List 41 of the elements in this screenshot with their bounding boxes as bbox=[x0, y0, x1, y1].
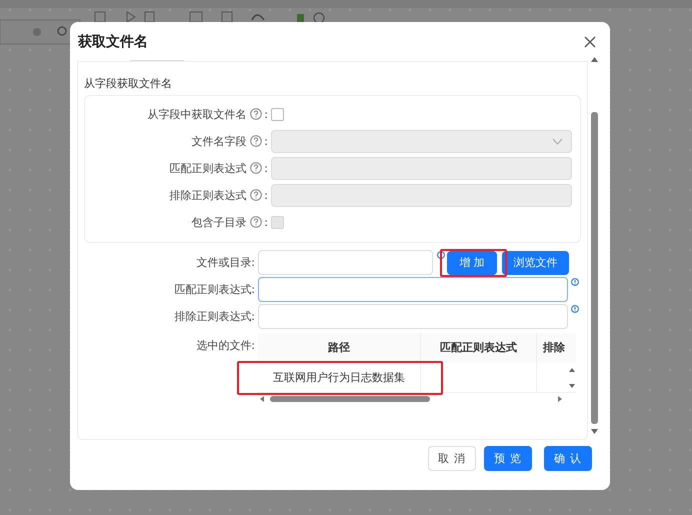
vertical-scrollbar[interactable] bbox=[590, 56, 599, 436]
checkbox[interactable] bbox=[271, 108, 284, 120]
colon: : bbox=[264, 162, 268, 174]
info-icon[interactable] bbox=[571, 278, 579, 286]
footer-button[interactable]: 确 认 bbox=[544, 446, 592, 471]
field-label: 排除正则表达式 bbox=[169, 188, 246, 202]
colon: : bbox=[264, 134, 268, 148]
colon: : bbox=[264, 216, 268, 228]
browse-button[interactable]: 浏览文件 bbox=[502, 250, 569, 274]
add-button[interactable]: 增 加 bbox=[447, 250, 497, 274]
colon: : bbox=[264, 188, 268, 202]
colon: : bbox=[264, 108, 268, 120]
input-field[interactable] bbox=[258, 250, 433, 275]
field-label: 匹配正则表达式 bbox=[169, 160, 246, 176]
field-label: 选中的文件: bbox=[195, 338, 256, 353]
input-field[interactable] bbox=[258, 277, 568, 302]
field-label: 从字段中获取文件名 bbox=[147, 106, 246, 122]
help-icon[interactable] bbox=[250, 216, 262, 228]
scroll-arrows-icon[interactable] bbox=[568, 367, 576, 389]
help-icon[interactable] bbox=[250, 135, 262, 147]
column-header: 匹配正则表达式 bbox=[421, 333, 537, 363]
help-icon[interactable] bbox=[250, 189, 262, 201]
field-label: 包含子目录 bbox=[191, 214, 246, 230]
field-label: 排除正则表达式: bbox=[173, 309, 256, 324]
section-title: 从字段获取文件名 bbox=[84, 76, 173, 91]
help-icon[interactable] bbox=[250, 162, 262, 174]
help-icon[interactable] bbox=[250, 108, 262, 120]
close-icon[interactable] bbox=[582, 34, 598, 50]
field-label: 文件或目录: bbox=[195, 255, 256, 270]
column-header: 排除 bbox=[542, 340, 566, 356]
chevron-down-icon bbox=[552, 138, 563, 144]
field-label: 匹配正则表达式: bbox=[173, 282, 256, 297]
info-icon[interactable] bbox=[571, 305, 579, 313]
input-field[interactable] bbox=[258, 304, 568, 329]
dialog-title: 获取文件名 bbox=[78, 32, 148, 50]
info-icon[interactable] bbox=[437, 251, 445, 259]
column-header: 路径 bbox=[258, 333, 421, 363]
footer-button[interactable]: 取 消 bbox=[428, 446, 476, 471]
table-cell: 互联网用户行为日志数据集 bbox=[258, 363, 421, 392]
field-label: 文件名字段 bbox=[191, 134, 246, 148]
footer-button[interactable]: 预 览 bbox=[484, 446, 532, 471]
